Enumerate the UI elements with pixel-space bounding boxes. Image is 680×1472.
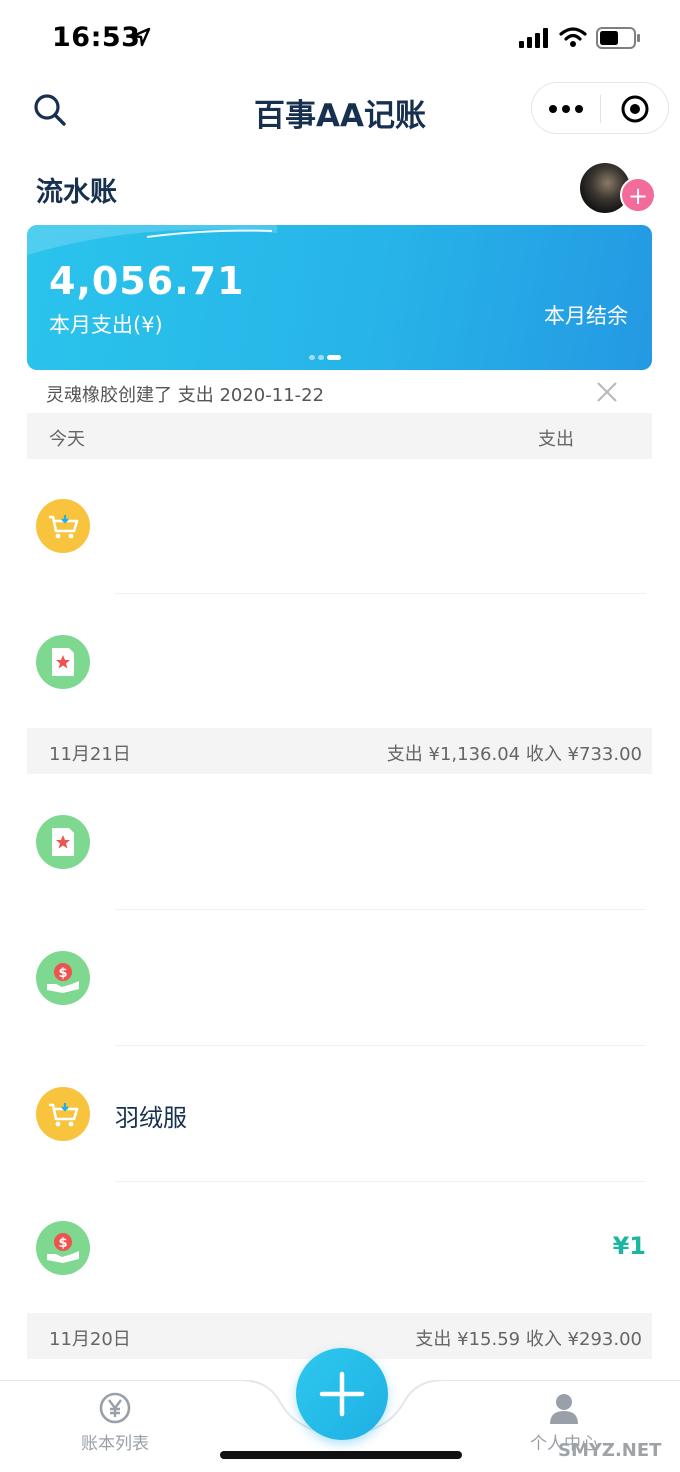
shopping-cart-icon: [36, 1087, 90, 1141]
close-icon[interactable]: [594, 379, 620, 405]
transaction-row[interactable]: [27, 774, 652, 910]
shopping-cart-icon: [36, 499, 90, 553]
svg-text:$: $: [58, 966, 67, 981]
transaction-amount: ¥1: [612, 1232, 646, 1260]
pager-dot-active: [327, 355, 341, 360]
close-mini-program-icon[interactable]: [601, 83, 669, 135]
battery-icon: [596, 27, 640, 49]
money-hand-icon: $: [36, 951, 90, 1005]
day-label: 11月21日: [49, 744, 131, 765]
plus-icon: [319, 1371, 365, 1417]
transaction-row[interactable]: [27, 594, 652, 730]
location-arrow-icon: [131, 27, 151, 47]
monthly-balance-label: 本月结余: [544, 304, 628, 328]
star-document-icon: [36, 635, 90, 689]
tab-ledger-list[interactable]: 账本列表: [72, 1390, 158, 1466]
day-header: 今天 支出: [27, 413, 652, 459]
add-record-button[interactable]: [296, 1348, 388, 1440]
watermark: SMYZ.NET: [558, 1440, 662, 1461]
transaction-row[interactable]: 羽绒服: [27, 1046, 652, 1182]
user-icon: [550, 1394, 578, 1424]
transaction-name: 羽绒服: [115, 1104, 187, 1132]
status-time: 16:53: [52, 22, 141, 53]
summary-card[interactable]: 4,056.71 本月支出(¥) 本月结余: [27, 225, 652, 370]
day-label: 11月20日: [49, 1329, 131, 1350]
yen-icon: [99, 1392, 131, 1424]
day-summary: 支出 ¥1,136.04 收入 ¥733.00: [386, 744, 642, 765]
day-header: 11月21日 支出 ¥1,136.04 收入 ¥733.00: [27, 728, 652, 774]
mini-program-capsule: [531, 82, 669, 134]
card-pager: [309, 354, 349, 362]
transaction-row[interactable]: [27, 458, 652, 594]
money-hand-icon: $: [36, 1221, 90, 1275]
more-icon[interactable]: [532, 83, 600, 135]
pager-dot: [318, 355, 324, 360]
monthly-expense-label: 本月支出(¥): [49, 313, 163, 337]
activity-notice: 灵魂橡胶创建了 支出 2020-11-22: [46, 385, 325, 406]
tab-ledger-list-label: 账本列表: [81, 1434, 149, 1454]
day-summary: 支出: [538, 429, 574, 450]
status-bar: 16:53: [0, 0, 680, 76]
svg-text:$: $: [58, 1236, 67, 1251]
home-indicator: [220, 1451, 462, 1459]
transaction-row[interactable]: $: [27, 910, 652, 1046]
transaction-row[interactable]: $ ¥1: [27, 1180, 652, 1316]
monthly-expense-amount: 4,056.71: [49, 259, 245, 303]
nav-bar: 百事AA记账: [0, 76, 680, 140]
day-label: 今天: [49, 429, 85, 450]
wifi-icon: [559, 27, 587, 47]
pager-dot: [309, 355, 315, 360]
add-member-button[interactable]: +: [620, 177, 656, 213]
cellular-signal-icon: [519, 28, 548, 48]
star-document-icon: [36, 815, 90, 869]
section-title: 流水账: [36, 177, 117, 208]
day-summary: 支出 ¥15.59 收入 ¥293.00: [415, 1329, 642, 1350]
